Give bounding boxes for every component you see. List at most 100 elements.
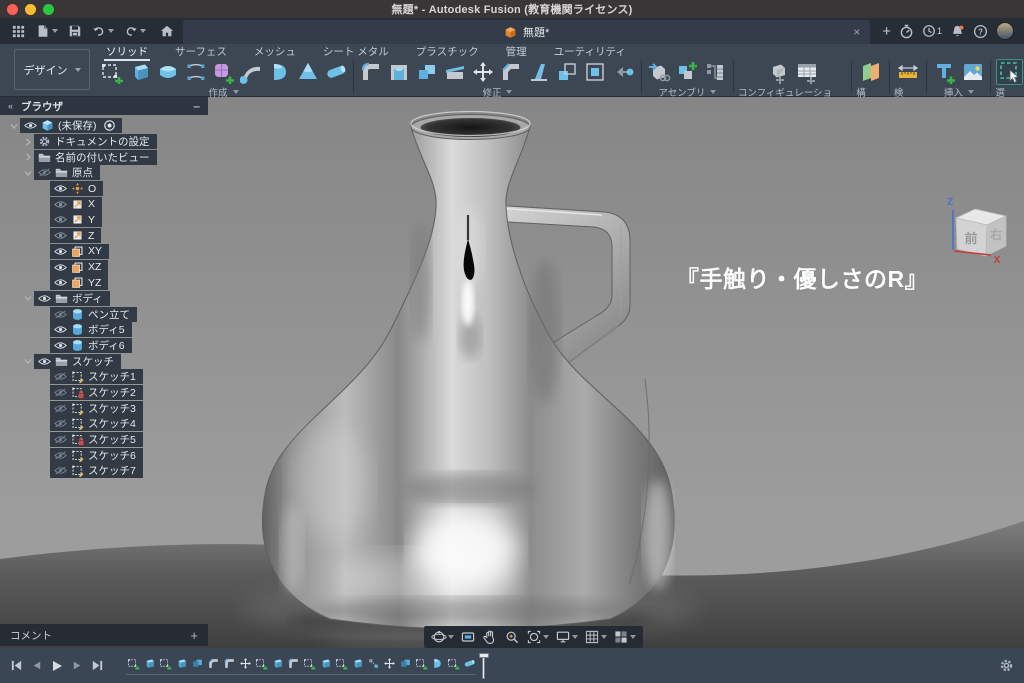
joint-origin-icon[interactable]: [702, 59, 729, 85]
visibility-eye-icon[interactable]: [54, 231, 67, 240]
extrude-icon[interactable]: [126, 59, 153, 85]
pipe-icon[interactable]: [322, 59, 349, 85]
comments-bar[interactable]: コメント +: [0, 624, 208, 646]
chevron-open-icon[interactable]: [22, 169, 34, 177]
revolve-icon[interactable]: [266, 59, 293, 85]
revolve-face-icon[interactable]: [154, 59, 181, 85]
tree-item[interactable]: ペン立て: [0, 306, 208, 322]
tree-item[interactable]: ドキュメントの設定: [0, 134, 208, 150]
chamfer-icon[interactable]: [498, 59, 525, 85]
save-button[interactable]: [65, 22, 85, 40]
document-tab[interactable]: 無題* ×: [183, 20, 870, 44]
timeline-play-button[interactable]: [50, 659, 64, 673]
insert-image-icon[interactable]: [959, 59, 986, 85]
timeline-feature-extrude[interactable]: [350, 656, 364, 671]
zoom-icon[interactable]: [502, 628, 522, 646]
select-icon[interactable]: [996, 59, 1023, 85]
workspace-switcher[interactable]: デザイン: [14, 49, 90, 90]
tree-item[interactable]: ボディ6: [0, 338, 208, 354]
visibility-eye-icon[interactable]: [54, 404, 67, 413]
tree-item[interactable]: XZ: [0, 259, 208, 275]
rail-icon[interactable]: [182, 59, 209, 85]
visibility-eye-icon[interactable]: [54, 215, 67, 224]
tree-item[interactable]: O: [0, 181, 208, 197]
tree-item[interactable]: XY: [0, 244, 208, 260]
undo-button[interactable]: [89, 22, 117, 40]
chevron-closed-icon[interactable]: [22, 138, 34, 146]
visibility-eye-icon[interactable]: [54, 466, 67, 475]
visibility-eye-icon[interactable]: [54, 310, 67, 319]
new-tab-button[interactable]: +: [882, 23, 891, 40]
visibility-eye-icon[interactable]: [54, 341, 67, 350]
shell-icon[interactable]: [386, 59, 413, 85]
tree-item[interactable]: X: [0, 196, 208, 212]
ribbon-tab-2[interactable]: メッシュ: [254, 44, 296, 59]
tree-item[interactable]: YZ: [0, 275, 208, 291]
home-button[interactable]: [157, 22, 177, 40]
timeline-step-forward-button[interactable]: [71, 659, 84, 672]
close-tab-icon[interactable]: ×: [853, 26, 860, 38]
tree-item[interactable]: スケッチ1: [0, 369, 208, 385]
tree-item[interactable]: Y: [0, 212, 208, 228]
timeline-go-end-button[interactable]: [91, 659, 104, 672]
ribbon-tab-3[interactable]: シート メタル: [323, 44, 389, 59]
chevron-open-icon[interactable]: [22, 294, 34, 302]
timeline-feature-sketch[interactable]: [126, 656, 140, 671]
display-settings-icon[interactable]: [553, 628, 580, 646]
timeline-feature-fillet[interactable]: [286, 656, 300, 671]
visibility-eye-icon[interactable]: [54, 247, 67, 256]
timeline-feature-combine[interactable]: [398, 656, 412, 671]
fit-icon[interactable]: [524, 628, 551, 646]
press-pull-icon[interactable]: [414, 59, 441, 85]
timeline-feature-extrude[interactable]: [142, 656, 156, 671]
sweep-icon[interactable]: [238, 59, 265, 85]
timeline-settings-gear-icon[interactable]: [999, 658, 1014, 673]
new-component-icon[interactable]: [674, 59, 701, 85]
timeline-feature-chamfer[interactable]: [206, 656, 220, 671]
viewports-icon[interactable]: [611, 628, 638, 646]
help-icon[interactable]: [973, 24, 988, 39]
visibility-eye-icon[interactable]: [54, 325, 67, 334]
timeline-feature-project[interactable]: [366, 656, 380, 671]
grid-icon[interactable]: [582, 628, 609, 646]
split-icon[interactable]: [442, 59, 469, 85]
job-status-icon[interactable]: 1: [922, 24, 942, 38]
extensions-icon[interactable]: [899, 24, 914, 39]
timeline-feature-sketch[interactable]: [254, 656, 268, 671]
timeline-feature-sketch[interactable]: [302, 656, 316, 671]
visibility-eye-icon[interactable]: [38, 168, 51, 177]
activate-component-radio[interactable]: [104, 120, 115, 131]
insert-derive-icon[interactable]: [646, 59, 673, 85]
ribbon-tab-1[interactable]: サーフェス: [175, 44, 227, 59]
ribbon-tab-0[interactable]: ソリッド: [106, 44, 148, 59]
fillet-icon[interactable]: [358, 59, 385, 85]
timeline-scrubber[interactable]: [479, 653, 489, 679]
visibility-eye-icon[interactable]: [54, 419, 67, 428]
tree-item[interactable]: 原点: [0, 165, 208, 181]
ribbon-tab-4[interactable]: プラスチック: [416, 44, 479, 59]
scale-icon[interactable]: [554, 59, 581, 85]
timeline-feature-sketch[interactable]: [414, 656, 428, 671]
timeline-feature-fillet[interactable]: [222, 656, 236, 671]
ribbon-tab-6[interactable]: ユーティリティ: [554, 44, 626, 59]
visibility-eye-icon[interactable]: [54, 200, 67, 209]
tree-item[interactable]: ボディ: [0, 291, 208, 307]
orbit-icon[interactable]: [429, 628, 456, 646]
tree-item[interactable]: スケッチ4: [0, 416, 208, 432]
configure-icon[interactable]: [765, 59, 792, 85]
timeline-feature-sketch[interactable]: [334, 656, 348, 671]
visibility-eye-icon[interactable]: [54, 388, 67, 397]
app-grid-icon[interactable]: [8, 22, 29, 41]
tree-item[interactable]: スケッチ3: [0, 400, 208, 416]
visibility-eye-icon[interactable]: [38, 357, 51, 366]
redo-button[interactable]: [121, 22, 149, 40]
tree-item[interactable]: スケッチ5: [0, 432, 208, 448]
chevron-open-icon[interactable]: [22, 357, 34, 365]
cone-icon[interactable]: [294, 59, 321, 85]
tree-item[interactable]: 名前の付いたビュー: [0, 149, 208, 165]
visibility-eye-icon[interactable]: [54, 263, 67, 272]
timeline-feature-sketch[interactable]: [158, 656, 172, 671]
collapse-panel-icon[interactable]: «: [8, 101, 13, 111]
measure-icon[interactable]: [895, 59, 922, 85]
construction-planes-icon[interactable]: [857, 59, 884, 85]
